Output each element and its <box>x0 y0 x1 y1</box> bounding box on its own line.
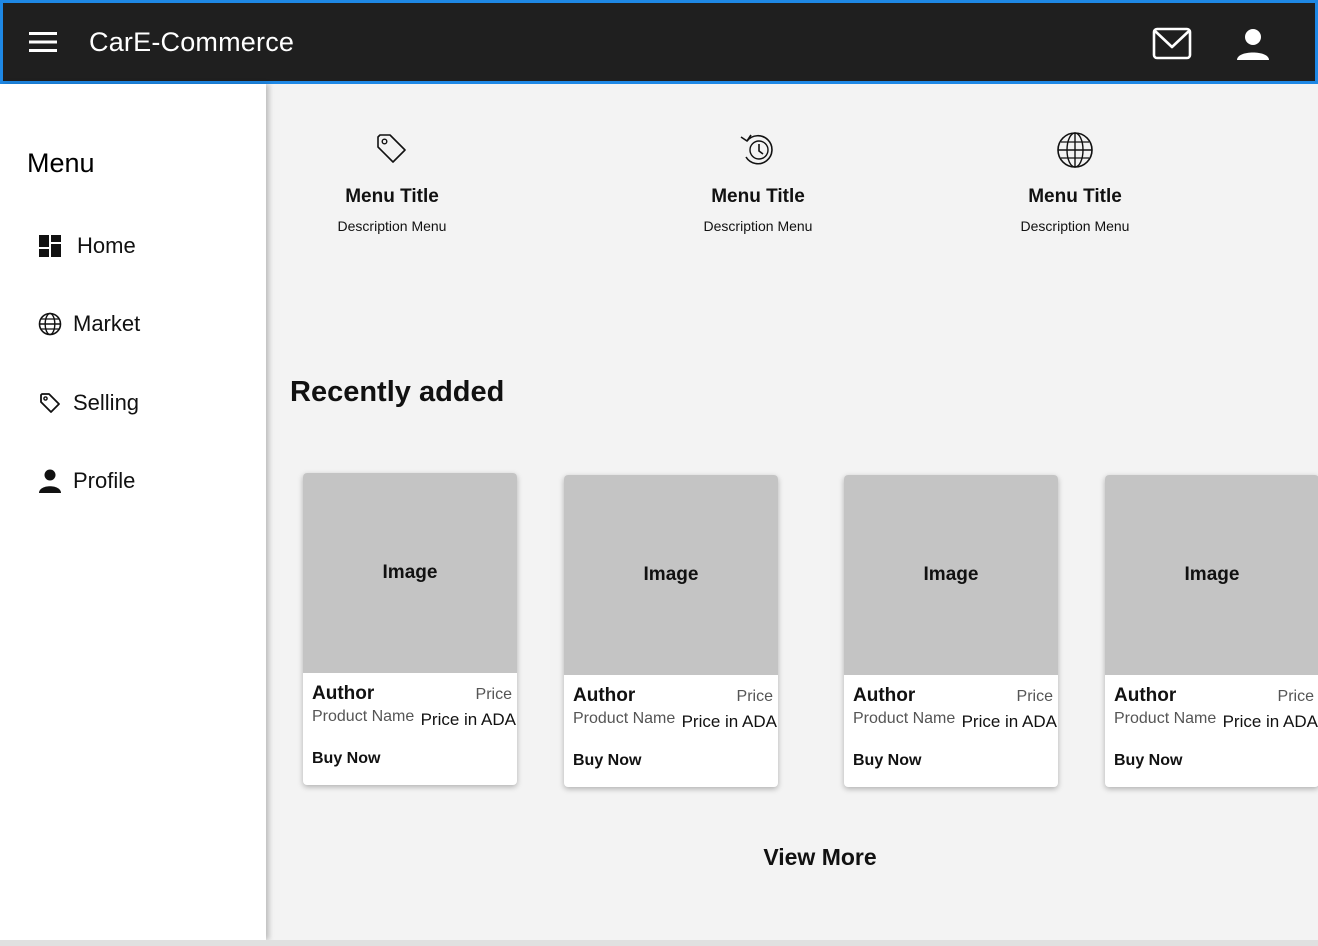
app-frame: CarE-Commerce Menu Home Market Selling P… <box>0 0 1318 946</box>
card-price-value: Price in ADA <box>961 712 1057 731</box>
section-title: Recently added <box>290 376 505 408</box>
sidebar-item-label: Home <box>77 233 136 258</box>
mail-icon[interactable] <box>1151 25 1193 63</box>
sidebar-item-label: Selling <box>73 390 140 415</box>
card-product-name: Product Name <box>853 710 956 727</box>
person-icon <box>36 467 64 495</box>
tag-icon <box>282 128 502 172</box>
card-price-value: Price in ADA <box>1222 712 1318 731</box>
card-price-label: Price <box>1277 688 1314 705</box>
sidebar-item-market[interactable]: Market <box>36 304 256 344</box>
product-card[interactable]: Image Author Price Product Name Price in… <box>303 473 517 785</box>
card-price-label: Price <box>475 686 512 703</box>
product-image: Image <box>303 473 517 673</box>
bottom-edge <box>0 940 1318 946</box>
feature-description: Description Menu <box>703 218 813 234</box>
buy-now-button[interactable]: Buy Now <box>853 752 921 770</box>
buy-now-button[interactable]: Buy Now <box>1114 752 1182 770</box>
card-price-label: Price <box>1016 688 1053 705</box>
top-app-bar: CarE-Commerce <box>0 0 1318 84</box>
card-product-name: Product Name <box>573 710 676 727</box>
feature-title: Menu Title <box>345 186 439 207</box>
product-card[interactable]: Image Author Price Product Name Price in… <box>844 475 1058 787</box>
product-card[interactable]: Image Author Price Product Name Price in… <box>1105 475 1318 787</box>
sidebar-item-profile[interactable]: Profile <box>36 461 256 501</box>
sidebar-item-label: Market <box>73 311 141 336</box>
card-price-value: Price in ADA <box>681 712 777 731</box>
card-author: Author <box>573 685 636 706</box>
product-image: Image <box>564 475 778 675</box>
feature-menu-item[interactable]: Menu Title Description Menu <box>965 128 1185 234</box>
view-more-button[interactable]: View More <box>740 844 900 871</box>
card-price-value: Price in ADA <box>420 710 516 729</box>
sidebar-item-home[interactable]: Home <box>36 226 256 266</box>
card-product-name: Product Name <box>1114 710 1217 727</box>
card-product-name: Product Name <box>312 708 415 725</box>
globe-icon <box>36 310 64 338</box>
card-author: Author <box>312 683 375 704</box>
product-card[interactable]: Image Author Price Product Name Price in… <box>564 475 778 787</box>
feature-description: Description Menu <box>1020 218 1130 234</box>
tag-icon <box>36 389 64 417</box>
hamburger-menu-icon[interactable] <box>27 29 59 55</box>
account-icon[interactable] <box>1233 25 1273 65</box>
feature-description: Description Menu <box>337 218 447 234</box>
product-image: Image <box>844 475 1058 675</box>
feature-menu-item[interactable]: Menu Title Description Menu <box>648 128 868 234</box>
feature-title: Menu Title <box>1028 186 1122 207</box>
sidebar-item-selling[interactable]: Selling <box>36 383 256 423</box>
card-author: Author <box>853 685 916 706</box>
card-price-label: Price <box>736 688 773 705</box>
feature-menu-item[interactable]: Menu Title Description Menu <box>282 128 502 234</box>
history-icon <box>648 128 868 172</box>
feature-title: Menu Title <box>711 186 805 207</box>
sidebar-heading: Menu <box>27 148 95 178</box>
buy-now-button[interactable]: Buy Now <box>312 750 380 768</box>
app-title: CarE-Commerce <box>89 27 295 57</box>
globe-icon <box>965 128 1185 172</box>
dashboard-icon <box>36 232 64 260</box>
sidebar-item-label: Profile <box>73 468 136 493</box>
sidebar: Menu Home Market Selling Profile <box>0 84 266 940</box>
buy-now-button[interactable]: Buy Now <box>573 752 641 770</box>
main-content: Menu Title Description Menu Menu Title D… <box>270 84 1318 940</box>
card-author: Author <box>1114 685 1177 706</box>
product-image: Image <box>1105 475 1318 675</box>
